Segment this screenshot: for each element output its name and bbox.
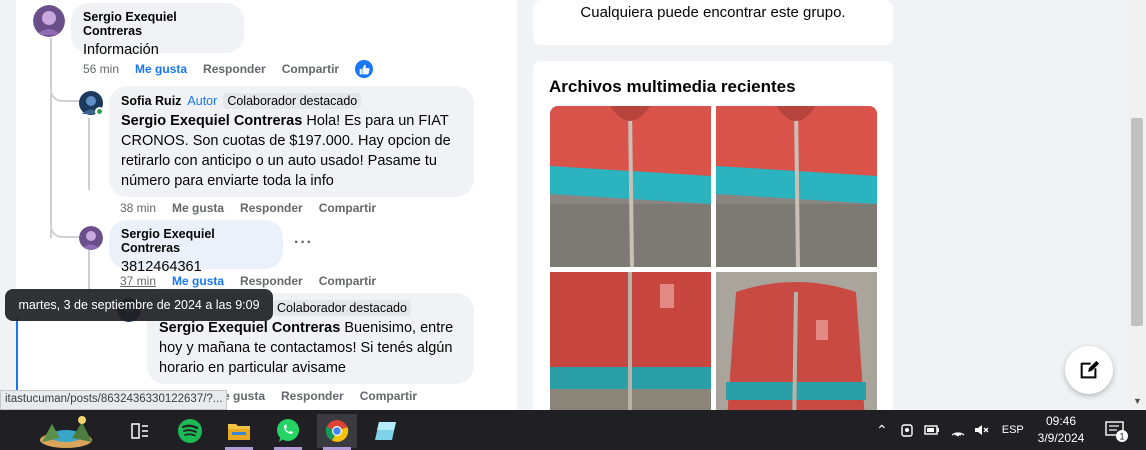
thread-line: [50, 38, 52, 238]
comments-panel: Sergio Exequiel Contreras Información 56…: [16, 0, 517, 410]
comment-author[interactable]: Sofia Ruiz: [121, 94, 181, 108]
comment-author[interactable]: Sergio Exequiel Contreras: [83, 10, 232, 38]
comment-bubble: Sergio Exequiel Contreras Información: [71, 3, 244, 58]
comment-time[interactable]: 56 min: [83, 62, 119, 76]
comment-text: Sergio Exequiel Contreras Buenisimo, ent…: [159, 318, 462, 378]
media-thumbnail[interactable]: [716, 272, 877, 433]
widgets-button[interactable]: [36, 414, 96, 448]
comment-time[interactable]: 37 min: [120, 274, 156, 288]
thread-connector: [50, 80, 80, 102]
reply-button[interactable]: Responder: [240, 201, 303, 215]
taskbar-clock[interactable]: 09:46 3/9/2024: [1030, 413, 1092, 447]
compose-icon: [1080, 360, 1100, 379]
notification-button[interactable]: 1: [1098, 414, 1134, 448]
jacket-photo: [716, 106, 877, 267]
language-indicator[interactable]: ESP: [1002, 424, 1024, 436]
spotify-icon: [178, 419, 202, 443]
timestamp-tooltip: martes, 3 de septiembre de 2024 a las 9:…: [5, 289, 273, 321]
clock-date: 3/9/2024: [1037, 431, 1085, 445]
top-contributor-badge: Colaborador destacado: [223, 93, 362, 109]
avatar[interactable]: [79, 91, 104, 116]
notification-count: 1: [1119, 432, 1124, 442]
like-button[interactable]: Me gusta: [172, 274, 224, 288]
meet-now-icon[interactable]: [900, 422, 914, 438]
avatar[interactable]: [79, 226, 103, 250]
comment-actions: 38 min Me gusta Responder Compartir: [120, 201, 392, 215]
thread-line: [88, 118, 90, 190]
page-scrollbar[interactable]: ▼: [1128, 0, 1146, 410]
like-button[interactable]: Me gusta: [135, 62, 187, 76]
comment-text: Información: [83, 42, 159, 58]
whatsapp-button[interactable]: [268, 414, 308, 450]
media-thumbnail[interactable]: [550, 106, 711, 267]
landscape-widget-icon: [40, 416, 92, 448]
compose-button[interactable]: [1065, 346, 1113, 394]
comment-actions: 56 min Me gusta Responder Compartir: [83, 60, 374, 78]
scroll-down-arrow-icon[interactable]: ▼: [1133, 396, 1142, 406]
comment-time[interactable]: 38 min: [120, 201, 156, 215]
avatar-image: [79, 226, 103, 250]
media-thumbnail[interactable]: [716, 106, 877, 267]
share-button[interactable]: Compartir: [319, 201, 376, 215]
comment-bubble: Sofia Ruiz Autor Colaborador destacado S…: [109, 86, 474, 197]
media-title[interactable]: Archivos multimedia recientes: [549, 77, 796, 97]
comment-actions: Me gusta Responder Compartir: [213, 389, 433, 403]
clock-time: 09:46: [1045, 414, 1077, 428]
media-thumbnail[interactable]: [550, 272, 711, 433]
system-tray: ⌃ ESP: [876, 410, 1024, 450]
windows-taskbar: ⌃ ESP 09:46 3/9/2024 1: [0, 410, 1146, 450]
jacket-photo: [550, 106, 711, 267]
whatsapp-icon: [277, 419, 299, 442]
thumbs-up-icon: [355, 60, 374, 78]
scrollbar-thumb[interactable]: [1131, 118, 1143, 326]
share-button[interactable]: Compartir: [319, 274, 376, 288]
wifi-icon[interactable]: [950, 423, 966, 437]
comment-text: Sergio Exequiel Contreras Hola! Es para …: [121, 111, 462, 191]
recent-media-card: Archivos multimedia recientes: [533, 61, 893, 433]
task-view-icon: [131, 423, 148, 439]
share-button[interactable]: Compartir: [360, 389, 417, 403]
battery-icon[interactable]: [924, 424, 940, 436]
task-view-button[interactable]: [120, 414, 160, 448]
chrome-button[interactable]: [317, 414, 357, 450]
reply-button[interactable]: Responder: [281, 389, 344, 403]
reply-button[interactable]: Responder: [203, 62, 266, 76]
author-badge: Autor: [187, 94, 218, 108]
notification-icon: 1: [1105, 421, 1128, 442]
app-button[interactable]: [366, 414, 406, 448]
top-contributor-badge: Colaborador destacado: [273, 300, 411, 316]
file-explorer-icon: [228, 424, 250, 440]
jacket-photo: [716, 272, 877, 433]
spotify-button[interactable]: [170, 414, 210, 448]
avatar[interactable]: [33, 5, 65, 37]
mention-link[interactable]: Sergio Exequiel Contreras: [121, 113, 302, 129]
comment-actions: 37 min Me gusta Responder Compartir: [120, 274, 392, 288]
show-hidden-icons-icon[interactable]: ⌃: [876, 422, 888, 439]
mention-link[interactable]: Sergio Exequiel Contreras: [159, 320, 340, 336]
chrome-icon: [325, 420, 349, 442]
file-explorer-button[interactable]: [219, 414, 259, 450]
comment-bubble: Sergio Exequiel Contreras 3812464361: [109, 220, 283, 275]
group-visibility-card: Cualquiera puede encontrar este grupo.: [533, 0, 893, 45]
volume-muted-icon[interactable]: [974, 423, 990, 437]
avatar-image: [33, 5, 65, 37]
status-url: itastucuman/posts/863243633012263​7/?...: [0, 390, 228, 410]
online-indicator: [95, 107, 104, 116]
reply-button[interactable]: Responder: [240, 274, 303, 288]
share-button[interactable]: Compartir: [282, 62, 339, 76]
visibility-text: Cualquiera puede encontrar este grupo.: [580, 4, 846, 21]
like-button[interactable]: Me gusta: [172, 201, 224, 215]
notes-app-icon: [375, 422, 396, 440]
more-options-button[interactable]: ···: [294, 234, 313, 252]
jacket-photo: [550, 272, 711, 433]
comment-author[interactable]: Sergio Exequiel Contreras: [121, 227, 271, 255]
thread-connector: [50, 210, 80, 238]
